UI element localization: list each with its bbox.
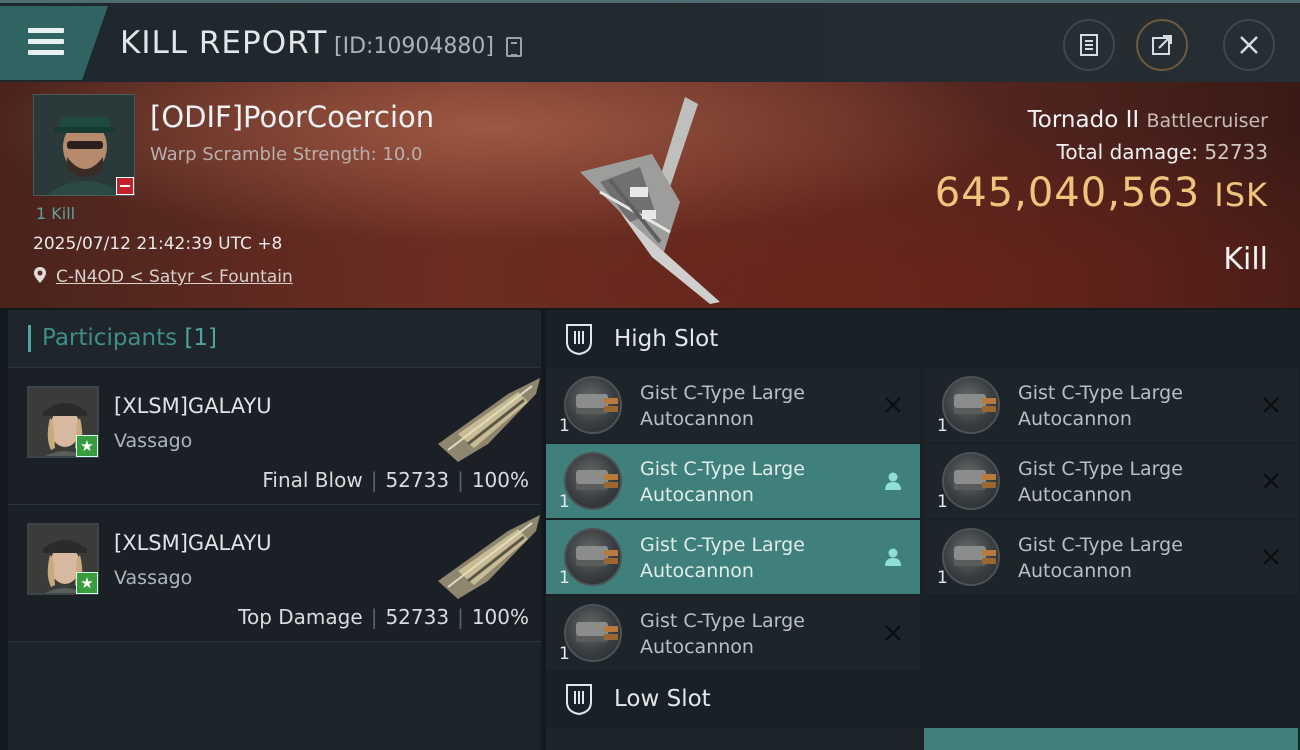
participant-ship-image[interactable] — [428, 374, 540, 464]
participant-role: Top Damage — [238, 605, 363, 629]
high-slot-title: High Slot — [614, 326, 719, 352]
share-button[interactable] — [1136, 19, 1188, 71]
menu-button[interactable] — [0, 6, 108, 80]
module-name: Gist C-Type Large Autocannon — [1018, 534, 1183, 582]
low-slot-header: Low Slot — [546, 670, 1300, 728]
module-quantity: 1 — [559, 492, 570, 512]
low-slot-icon — [566, 684, 592, 716]
page-title: KILL REPORT — [120, 25, 328, 61]
module-name: Gist C-Type Large Autocannon — [640, 534, 805, 582]
close-icon — [1240, 36, 1258, 54]
high-slot-module[interactable]: 1 Gist C-Type Large Autocannon — [924, 520, 1298, 594]
destroyed-x-icon — [885, 625, 901, 641]
module-quantity: 1 — [559, 644, 570, 664]
high-slot-module[interactable]: 1 Gist C-Type Large Autocannon — [924, 444, 1298, 518]
participant-percent: 100% — [471, 605, 529, 629]
destroyed-x-icon — [1263, 473, 1279, 489]
participant-row[interactable]: ★ [XLSM]GALAYU Vassago Final Blow | 52733 |… — [8, 368, 541, 505]
autocannon-icon — [564, 452, 622, 510]
high-slot-module[interactable]: 1 Gist C-Type Large Autocannon — [546, 520, 920, 594]
menu-icon — [28, 28, 64, 33]
module-quantity: 1 — [937, 568, 948, 588]
module-name: Gist C-Type Large Autocannon — [1018, 382, 1183, 430]
participant-role: Final Blow — [262, 468, 363, 492]
victim-name[interactable]: [ODIF]PoorCoercion — [150, 100, 434, 134]
high-slot-module[interactable]: 1 Gist C-Type Large Autocannon — [924, 368, 1298, 442]
copy-icon[interactable] — [506, 37, 522, 57]
high-slot-module[interactable]: 1 Gist C-Type Large Autocannon — [546, 368, 920, 442]
module-name: Gist C-Type Large Autocannon — [640, 458, 805, 506]
autocannon-icon — [942, 452, 1000, 510]
module-name: Gist C-Type Large Autocannon — [1018, 458, 1183, 506]
total-damage: Total damage: 52733 — [1056, 140, 1268, 164]
location-pin-icon — [34, 267, 46, 283]
destroyed-x-icon — [1263, 549, 1279, 565]
module-quantity: 1 — [559, 416, 570, 436]
kill-report-header: KILL REPORT [ID:10904880] — [0, 0, 1300, 82]
victim-kill-count: 1 Kill — [36, 204, 76, 223]
autocannon-icon — [564, 376, 622, 434]
warp-scramble-strength: Warp Scramble Strength: 10.0 — [150, 144, 423, 165]
kill-timestamp: 2025/07/12 21:42:39 UTC +8 — [33, 234, 283, 254]
high-slot-header: High Slot — [546, 310, 1300, 368]
high-slot-module[interactable]: 1 Gist C-Type Large Autocannon — [546, 596, 920, 670]
module-quantity: 1 — [937, 416, 948, 436]
kill-type-label: Kill — [1223, 242, 1268, 277]
pilot-icon — [885, 472, 901, 490]
participant-ship: Vassago — [114, 567, 193, 589]
participant-stats: Final Blow | 52733 | 100% — [262, 468, 529, 492]
participants-header: Participants [1] — [8, 310, 541, 368]
participants-panel: Participants [1] ★ [XLSM]GALAYU Vassago … — [8, 310, 541, 750]
participant-damage: 52733 — [385, 468, 450, 492]
victim-status-badge — [116, 177, 134, 195]
close-button[interactable] — [1223, 19, 1275, 71]
participants-title: Participants — [42, 325, 178, 351]
module-name: Gist C-Type Large Autocannon — [640, 382, 805, 430]
participant-stats: Top Damage | 52733 | 100% — [238, 605, 529, 629]
module-quantity: 1 — [559, 568, 570, 588]
participant-row[interactable]: ★ [XLSM]GALAYU Vassago Top Damage | 52733 |… — [8, 505, 541, 642]
participants-count: [1] — [184, 325, 218, 351]
participant-name[interactable]: [XLSM]GALAYU — [114, 394, 272, 418]
clipboard-icon — [1080, 34, 1098, 56]
high-slot-module[interactable]: 1 Gist C-Type Large Autocannon — [546, 444, 920, 518]
low-slot-module-partial[interactable] — [924, 728, 1298, 750]
participant-ship-image[interactable] — [428, 511, 540, 601]
clipboard-button[interactable] — [1063, 19, 1115, 71]
victim-banner: [ODIF]PoorCoercion Warp Scramble Strengt… — [0, 82, 1300, 308]
victim-ship-image[interactable] — [560, 92, 760, 307]
pilot-icon — [885, 548, 901, 566]
attacker-badge: ★ — [76, 572, 98, 594]
attacker-badge: ★ — [76, 435, 98, 457]
autocannon-icon — [942, 528, 1000, 586]
destroyed-x-icon — [885, 397, 901, 413]
share-icon — [1152, 35, 1172, 55]
module-quantity: 1 — [937, 492, 948, 512]
participant-name[interactable]: [XLSM]GALAYU — [114, 531, 272, 555]
kill-id: [ID:10904880] — [334, 34, 494, 59]
participant-ship: Vassago — [114, 430, 193, 452]
autocannon-icon — [564, 604, 622, 662]
victim-ship-class: Battlecruiser — [1146, 110, 1268, 132]
autocannon-icon — [942, 376, 1000, 434]
low-slot-title: Low Slot — [614, 686, 711, 712]
participant-percent: 100% — [471, 468, 529, 492]
location-link[interactable]: C-N4OD < Satyr < Fountain — [56, 267, 293, 287]
victim-ship-name[interactable]: Tornado II Battlecruiser — [1028, 107, 1268, 133]
destroyed-x-icon — [1263, 397, 1279, 413]
isk-value: 645,040,563 ISK — [934, 170, 1268, 216]
autocannon-icon — [564, 528, 622, 586]
participant-damage: 52733 — [385, 605, 450, 629]
fitting-panel: High Slot 1 Gist C-Type Large Autocannon 1… — [546, 310, 1300, 750]
module-name: Gist C-Type Large Autocannon — [640, 610, 805, 658]
high-slot-icon — [566, 324, 592, 356]
low-slot-module-partial[interactable] — [546, 728, 920, 750]
